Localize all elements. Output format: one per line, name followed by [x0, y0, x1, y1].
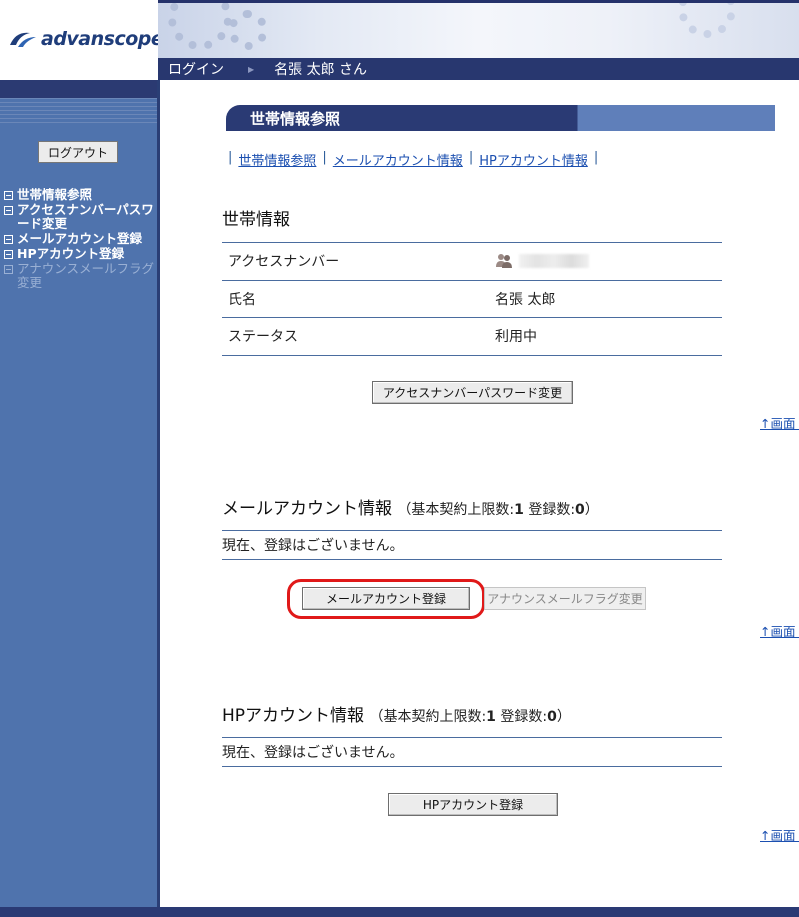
hp-empty-text: 現在、登録はございません。 [222, 745, 404, 761]
sidebar-item-hp-register[interactable]: HPアカウント登録 [4, 247, 154, 261]
sidebar-item-access-password[interactable]: アクセスナンバーパスワード変更 [4, 203, 154, 231]
logo-mark-icon [8, 29, 38, 49]
expand-box-icon [4, 191, 13, 200]
mail-account-register-button[interactable]: メールアカウント登録 [302, 587, 470, 610]
user-name: 名張 太郎 さん [274, 62, 368, 78]
header-stripe [158, 0, 799, 3]
row-key: 氏名 [228, 291, 256, 308]
user-bar: ログイン ▶ 名張 太郎 さん [158, 58, 799, 80]
divider: | [468, 150, 474, 165]
users-icon [496, 254, 512, 269]
expand-box-icon [4, 250, 13, 259]
page-top-link[interactable]: ↑画面トップへ [760, 621, 799, 640]
hp-section-title: HPアカウント情報 （基本契約上限数:1 登録数:0） [222, 701, 571, 726]
header-banner [158, 0, 799, 58]
sidebar-item-label: メールアカウント登録 [17, 231, 143, 246]
household-title: 世帯情報 [222, 210, 290, 230]
sidebar-item-label: HPアカウント登録 [17, 246, 125, 261]
expand-box-icon [4, 206, 13, 215]
mail-empty-row: 現在、登録はございません。 [222, 530, 722, 560]
gear-icon [228, 10, 268, 50]
mail-limit-info: （基本契約上限数:1 登録数:0） [397, 502, 599, 518]
row-key: ステータス [228, 329, 298, 346]
divider: | [593, 150, 599, 165]
sidebar-item-mail-register[interactable]: メールアカウント登録 [4, 232, 154, 246]
hp-empty-row: 現在、登録はございません。 [222, 737, 722, 767]
sidebar-top-band [0, 80, 157, 98]
footer-bar [0, 907, 799, 917]
sidebar-item-household-view[interactable]: 世帯情報参照 [4, 188, 154, 202]
sidebar-lines [0, 98, 157, 126]
expand-box-icon [4, 235, 13, 244]
section-nav: | 世帯情報参照 | メールアカウント情報 | HPアカウント情報 | [222, 150, 604, 169]
main-content: 世帯情報参照 | 世帯情報参照 | メールアカウント情報 | HPアカウント情報… [160, 80, 799, 907]
brand-name: advanscope [41, 28, 164, 50]
separator-arrow-icon: ▶ [248, 64, 255, 74]
page-top-link[interactable]: ↑画面トップへ [760, 825, 799, 844]
brand-logo: advanscope [8, 28, 164, 50]
sidebar: ログアウト 世帯情報参照 アクセスナンバーパスワード変更 メールアカウント登録 … [0, 80, 160, 917]
divider: | [228, 150, 233, 165]
nav-link-household[interactable]: 世帯情報参照 [238, 150, 316, 169]
mail-empty-text: 現在、登録はございません。 [222, 538, 404, 554]
mail-title: メールアカウント情報 [222, 499, 392, 519]
sidebar-item-label: 世帯情報参照 [17, 187, 93, 202]
gear-icon [678, 0, 736, 38]
access-number-value [495, 252, 722, 270]
logo-area: advanscope [0, 0, 164, 80]
announce-flag-button: アナウンスメールフラグ変更 [484, 587, 646, 610]
page-title: 世帯情報参照 [226, 105, 775, 131]
household-table: アクセスナンバー 氏名 名張 太郎 ステータス 利用中 [222, 242, 722, 356]
hp-limit-info: （基本契約上限数:1 登録数:0） [369, 709, 571, 725]
mail-section-title: メールアカウント情報 （基本契約上限数:1 登録数:0） [222, 494, 599, 519]
row-key: アクセスナンバー [228, 254, 340, 271]
login-label: ログイン [168, 62, 224, 78]
table-row: ステータス 利用中 [222, 318, 722, 356]
masked-access-number [519, 254, 589, 269]
sidebar-item-label: アクセスナンバーパスワード変更 [17, 202, 154, 231]
nav-link-hp[interactable]: HPアカウント情報 [479, 150, 588, 169]
hp-title: HPアカウント情報 [222, 706, 365, 726]
access-password-change-button[interactable]: アクセスナンバーパスワード変更 [372, 381, 573, 404]
expand-box-icon [4, 265, 13, 274]
table-row: 氏名 名張 太郎 [222, 281, 722, 318]
row-value: 名張 太郎 [495, 291, 556, 308]
sidebar-item-announce-flag: アナウンスメールフラグ変更 [4, 262, 154, 290]
row-value: 利用中 [495, 329, 537, 346]
sidebar-item-label: アナウンスメールフラグ変更 [17, 261, 155, 290]
page-top-link[interactable]: ↑画面トップへ [760, 413, 799, 432]
hp-account-register-button[interactable]: HPアカウント登録 [388, 793, 558, 816]
gear-icon [168, 0, 232, 50]
divider: | [322, 150, 327, 165]
sidebar-menu: 世帯情報参照 アクセスナンバーパスワード変更 メールアカウント登録 HPアカウン… [4, 188, 154, 291]
logout-button[interactable]: ログアウト [38, 141, 118, 163]
table-row: アクセスナンバー [222, 243, 722, 281]
nav-link-mail[interactable]: メールアカウント情報 [333, 150, 463, 169]
